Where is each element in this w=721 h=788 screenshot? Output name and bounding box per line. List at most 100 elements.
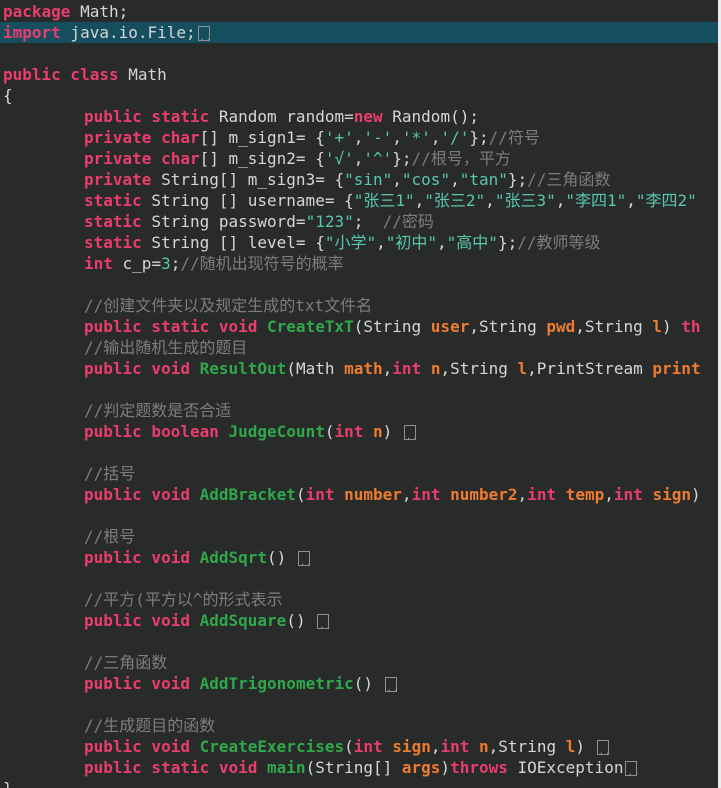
code-segment: "sin"	[344, 170, 393, 189]
code-line-22[interactable]	[0, 442, 718, 463]
code-line-26[interactable]: //根号	[0, 526, 718, 547]
code-segment: user	[430, 317, 470, 336]
code-segment: IOException	[507, 758, 624, 777]
code-line-5[interactable]: {	[0, 85, 718, 106]
code-line-31[interactable]	[0, 631, 718, 652]
code-segment: int	[334, 422, 364, 441]
code-segment: ;	[170, 254, 181, 273]
code-line-9[interactable]: private String[] m_sign3= {"sin","cos","…	[0, 169, 718, 190]
code-line-27[interactable]: public void AddSqrt()	[0, 547, 718, 568]
code-line-21[interactable]: public boolean JudgeCount(int n)	[0, 421, 718, 442]
code-editor[interactable]: package Math;import java.io.File; public …	[0, 0, 718, 788]
code-segment: (String	[353, 317, 431, 336]
code-segment: [] m_sign1= {	[199, 128, 325, 147]
code-segment: math	[344, 359, 383, 378]
code-line-7[interactable]: private char[] m_sign1= {'+','-','*','/'…	[0, 127, 718, 148]
code-segment: number2	[450, 485, 518, 504]
code-segment: ,	[376, 233, 386, 252]
code-segment: "李四1"	[565, 191, 627, 210]
code-line-35[interactable]: //生成题目的函数	[0, 715, 718, 736]
folded-code-icon[interactable]	[197, 26, 213, 41]
code-segment: import	[3, 23, 61, 42]
code-segment: '*'	[401, 128, 431, 147]
code-segment: };	[497, 233, 518, 252]
code-line-8[interactable]: private char[] m_sign2= {'√','^'};//根号，平…	[0, 148, 718, 169]
code-segment: CreateTxT	[267, 317, 354, 336]
code-line-18[interactable]: public void ResultOut(Math math,int n,St…	[0, 358, 718, 379]
code-segment: "cos"	[401, 170, 451, 189]
code-segment: ,	[392, 170, 402, 189]
code-line-32[interactable]: //三角函数	[0, 652, 718, 673]
code-segment: //括号	[84, 464, 136, 483]
code-segment: };	[469, 128, 489, 147]
code-segment: static	[84, 233, 142, 252]
folded-code-icon[interactable]	[297, 551, 313, 566]
code-segment: '√'	[324, 149, 354, 168]
code-segment: AddTrigonometric	[199, 674, 354, 693]
code-segment: "tan"	[459, 170, 508, 189]
code-segment: String [] username= {	[141, 191, 354, 210]
code-line-38[interactable]: }	[0, 778, 718, 788]
code-line-29[interactable]: //平方(平方以^的形式表示	[0, 589, 718, 610]
code-segment: };	[392, 149, 412, 168]
code-line-3[interactable]	[0, 43, 718, 64]
code-segment: Math	[118, 65, 167, 84]
code-line-10[interactable]: static String [] username= {"张三1","张三2",…	[0, 190, 718, 211]
code-segment: (String[]	[305, 758, 402, 777]
code-line-24[interactable]: public void AddBracket(int number,int nu…	[0, 484, 718, 505]
code-segment: main	[267, 758, 306, 777]
code-segment: {	[3, 86, 13, 105]
code-line-14[interactable]	[0, 274, 718, 295]
folded-code-icon[interactable]	[596, 740, 611, 755]
code-line-19[interactable]	[0, 379, 718, 400]
code-segment: String password=	[141, 212, 306, 231]
code-line-2[interactable]: import java.io.File;	[0, 22, 718, 43]
code-line-34[interactable]	[0, 694, 718, 715]
code-segment: ,	[485, 191, 495, 210]
code-line-15[interactable]: //创建文件夹以及规定生成的txt文件名	[0, 295, 718, 316]
code-segment: public void	[84, 485, 190, 504]
code-line-36[interactable]: public void CreateExercises(int sign,int…	[0, 736, 718, 757]
code-line-37[interactable]: public static void main(String[] args)th…	[0, 757, 718, 778]
code-segment: int	[613, 485, 643, 504]
code-line-16[interactable]: public static void CreateTxT(String user…	[0, 316, 718, 337]
code-line-4[interactable]: public class Math	[0, 64, 718, 85]
code-line-30[interactable]: public void AddSquare()	[0, 610, 718, 631]
folded-code-icon[interactable]	[384, 677, 399, 692]
code-line-33[interactable]: public void AddTrigonometric()	[0, 673, 718, 694]
code-segment: (	[344, 737, 354, 756]
code-line-25[interactable]	[0, 505, 718, 526]
code-segment: String[] m_sign3= {	[151, 170, 345, 189]
code-segment: ,	[555, 191, 566, 210]
code-line-17[interactable]: //输出随机生成的题目	[0, 337, 718, 358]
code-segment: //平方(平方以^的形式表示	[84, 590, 283, 609]
code-line-12[interactable]: static String [] level= {"小学","初中","高中"}…	[0, 232, 718, 253]
code-line-23[interactable]: //括号	[0, 463, 718, 484]
code-line-20[interactable]: //判定题数是否合适	[0, 400, 718, 421]
code-line-13[interactable]: int c_p=3;//随机出现符号的概率	[0, 253, 718, 274]
code-line-6[interactable]: public static Random random=new Random()…	[0, 106, 718, 127]
code-segment: private char	[84, 149, 200, 168]
code-segment: private	[84, 170, 152, 189]
code-segment: //三角函数	[84, 653, 168, 672]
code-line-11[interactable]: static String password="123"; //密码	[0, 211, 718, 232]
folded-code-icon[interactable]	[403, 425, 419, 440]
code-segment: ;	[353, 212, 383, 231]
code-segment: AddSquare	[199, 611, 287, 630]
code-line-28[interactable]	[0, 568, 718, 589]
folded-code-icon[interactable]	[317, 614, 332, 629]
code-segment: //根号	[84, 527, 136, 546]
code-line-1[interactable]: package Math;	[0, 1, 718, 22]
code-segment: ResultOut	[199, 359, 287, 378]
code-segment: ,	[401, 485, 412, 504]
code-segment: l	[565, 737, 576, 756]
folded-code-icon[interactable]	[625, 761, 640, 776]
